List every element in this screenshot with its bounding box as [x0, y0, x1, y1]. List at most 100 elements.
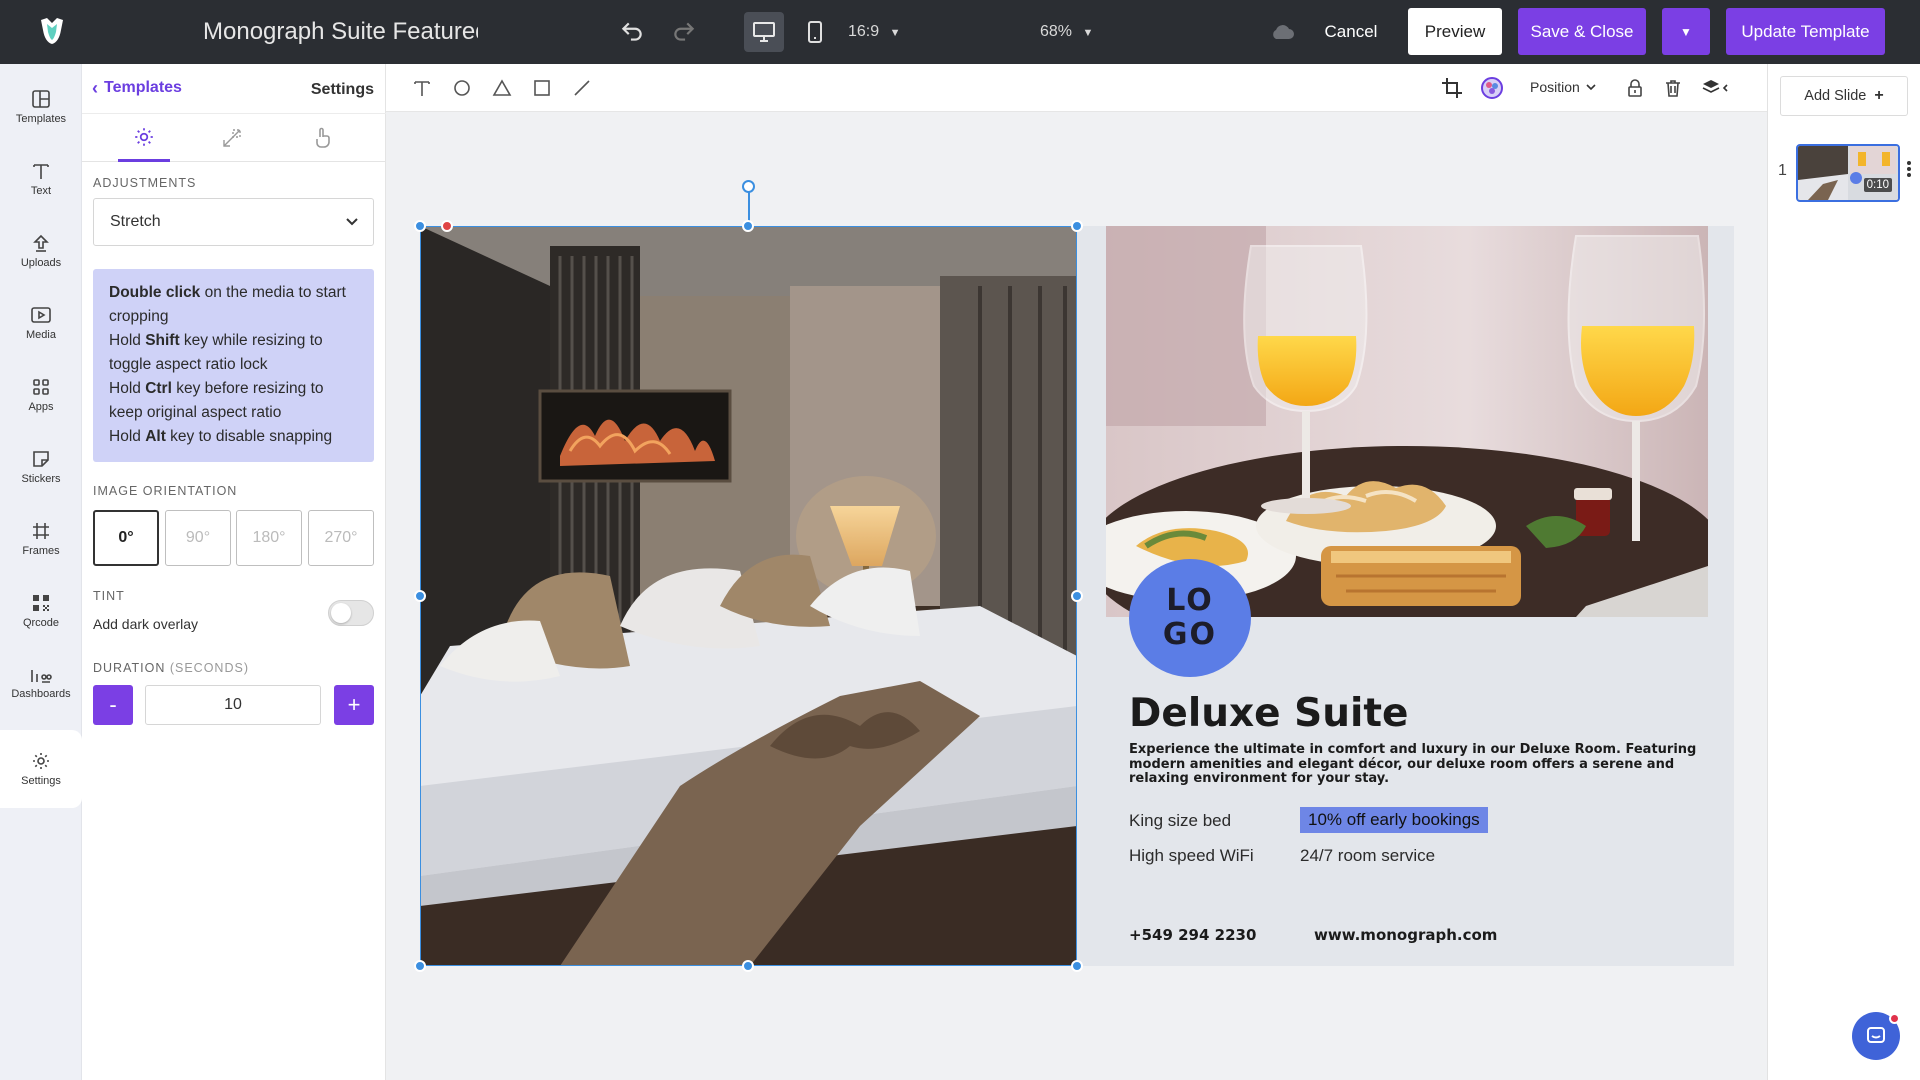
rail-item-media[interactable]: Media: [0, 288, 82, 358]
slide-thumbnail[interactable]: 0:10: [1796, 144, 1900, 202]
app-logo-icon[interactable]: [38, 16, 66, 46]
add-slide-label: Add Slide: [1804, 88, 1867, 104]
phone-text[interactable]: +549 294 2230: [1129, 924, 1256, 946]
rail-label: Frames: [22, 545, 60, 557]
resize-handle-bottom-left[interactable]: [414, 960, 426, 972]
color-picker-icon[interactable]: [1480, 76, 1504, 100]
feature-text[interactable]: High speed WiFi: [1129, 845, 1254, 867]
chevron-down-icon: ▼: [1680, 24, 1692, 39]
orientation-180-button[interactable]: 180°: [236, 510, 302, 566]
resize-handle-top-left[interactable]: [414, 220, 426, 232]
tint-toggle[interactable]: [328, 600, 374, 626]
logo-placeholder[interactable]: LO GO: [1129, 559, 1251, 677]
preview-button[interactable]: Preview: [1408, 8, 1502, 55]
orientation-90-button[interactable]: 90°: [165, 510, 231, 566]
save-options-button[interactable]: ▼: [1662, 8, 1710, 55]
line-tool-icon[interactable]: [570, 76, 594, 100]
duration-increase-button[interactable]: +: [334, 685, 374, 725]
rail-item-settings[interactable]: Settings: [0, 730, 82, 808]
redo-icon[interactable]: [666, 14, 702, 50]
triangle-tool-icon[interactable]: [490, 76, 514, 100]
adjustment-select[interactable]: Stretch: [93, 198, 374, 246]
qrcode-icon: [33, 595, 49, 611]
top-bar: Monograph Suite Featured 16:9 ▼ 68% ▼ Ca…: [0, 0, 1920, 64]
more-vertical-icon[interactable]: [1906, 160, 1912, 183]
undo-icon[interactable]: [614, 14, 650, 50]
rail-item-dashboards[interactable]: Dashboards: [0, 648, 82, 718]
rectangle-tool-icon[interactable]: [530, 76, 554, 100]
touch-icon: [316, 127, 330, 148]
resize-handle-bottom-right[interactable]: [1071, 960, 1083, 972]
slide-duration-badge: 0:10: [1863, 178, 1892, 192]
position-label: Position: [1530, 79, 1580, 95]
cloud-sync-icon: [1264, 14, 1300, 50]
rail-item-templates[interactable]: Templates: [0, 72, 82, 142]
resize-handle-bottom[interactable]: [742, 960, 754, 972]
resize-handle-left[interactable]: [414, 590, 426, 602]
trash-icon[interactable]: [1661, 76, 1685, 100]
add-slide-button[interactable]: Add Slide +: [1780, 76, 1908, 116]
rail-item-text[interactable]: Text: [0, 144, 82, 214]
crop-handle[interactable]: [441, 220, 453, 232]
adjustments-label: Adjustments: [93, 176, 197, 190]
lock-icon[interactable]: [1623, 76, 1647, 100]
text-tool-icon[interactable]: [410, 76, 434, 100]
dashboard-icon: [31, 670, 52, 683]
rail-label: Apps: [28, 401, 54, 413]
feature-text[interactable]: 24/7 room service: [1300, 845, 1435, 867]
zoom-dropdown[interactable]: 68% ▼: [1040, 20, 1093, 45]
rail-item-frames[interactable]: Frames: [0, 504, 82, 574]
document-title[interactable]: Monograph Suite Featured: [203, 16, 478, 48]
chat-icon: [1867, 1027, 1885, 1043]
aspect-ratio-dropdown[interactable]: 16:9 ▼: [848, 20, 900, 45]
settings-icon: [33, 753, 49, 769]
resize-handle-top-right[interactable]: [1071, 220, 1083, 232]
layers-icon[interactable]: [1700, 76, 1734, 100]
slides-panel: Add Slide + 1 0:10: [1767, 64, 1920, 1080]
bedroom-image[interactable]: [420, 226, 1077, 966]
position-dropdown[interactable]: Position: [1530, 77, 1596, 97]
duration-input[interactable]: 10: [145, 685, 321, 725]
desktop-view-icon[interactable]: [744, 12, 784, 52]
upload-icon: [33, 234, 49, 252]
orientation-0-button[interactable]: 0°: [93, 510, 159, 566]
frame-icon: [33, 523, 49, 539]
tint-description: Add dark overlay: [93, 616, 199, 632]
rail-label: Text: [30, 185, 52, 197]
rail-label: Uploads: [20, 257, 62, 269]
rail-item-qrcode[interactable]: Qrcode: [0, 576, 82, 646]
rail-item-apps[interactable]: Apps: [0, 360, 82, 430]
resize-handle-top[interactable]: [742, 220, 754, 232]
feature-text[interactable]: King size bed: [1129, 810, 1231, 832]
duration-decrease-button[interactable]: -: [93, 685, 133, 725]
crop-icon[interactable]: [1440, 76, 1464, 100]
slide-title[interactable]: Deluxe Suite: [1129, 689, 1408, 739]
aspect-ratio-value: 16:9: [848, 23, 880, 40]
rail-item-uploads[interactable]: Uploads: [0, 216, 82, 286]
tab-animation[interactable]: [206, 114, 258, 162]
back-to-templates-link[interactable]: ‹ Templates: [92, 76, 182, 100]
rail-label: Qrcode: [22, 617, 60, 629]
settings-panel: ‹ Templates Settings Adjustments Stretch…: [82, 64, 386, 1080]
resize-handle-right[interactable]: [1071, 590, 1083, 602]
circle-tool-icon[interactable]: [450, 76, 474, 100]
cancel-button[interactable]: Cancel: [1316, 8, 1386, 55]
chevron-down-icon: ▼: [889, 27, 901, 39]
tab-interaction[interactable]: [296, 114, 348, 162]
mobile-view-icon[interactable]: [797, 14, 833, 50]
chevron-down-icon: ▼: [1082, 27, 1094, 39]
duration-label: Duration (Seconds): [93, 661, 249, 675]
slide-description[interactable]: Experience the ultimate in comfort and l…: [1129, 742, 1714, 787]
rail-label: Templates: [15, 113, 67, 125]
rail-item-stickers[interactable]: Stickers: [0, 432, 82, 502]
save-close-button[interactable]: Save & Close: [1518, 8, 1646, 55]
feature-highlight-text[interactable]: 10% off early bookings: [1300, 807, 1488, 833]
animation-icon: [223, 129, 241, 147]
panel-header: ‹ Templates Settings: [82, 64, 386, 114]
orientation-270-button[interactable]: 270°: [308, 510, 374, 566]
plus-icon: +: [1874, 87, 1884, 104]
update-template-button[interactable]: Update Template: [1726, 8, 1885, 55]
website-text[interactable]: www.monograph.com: [1314, 924, 1497, 946]
tab-settings[interactable]: [118, 114, 170, 162]
rotate-handle[interactable]: [742, 180, 755, 193]
